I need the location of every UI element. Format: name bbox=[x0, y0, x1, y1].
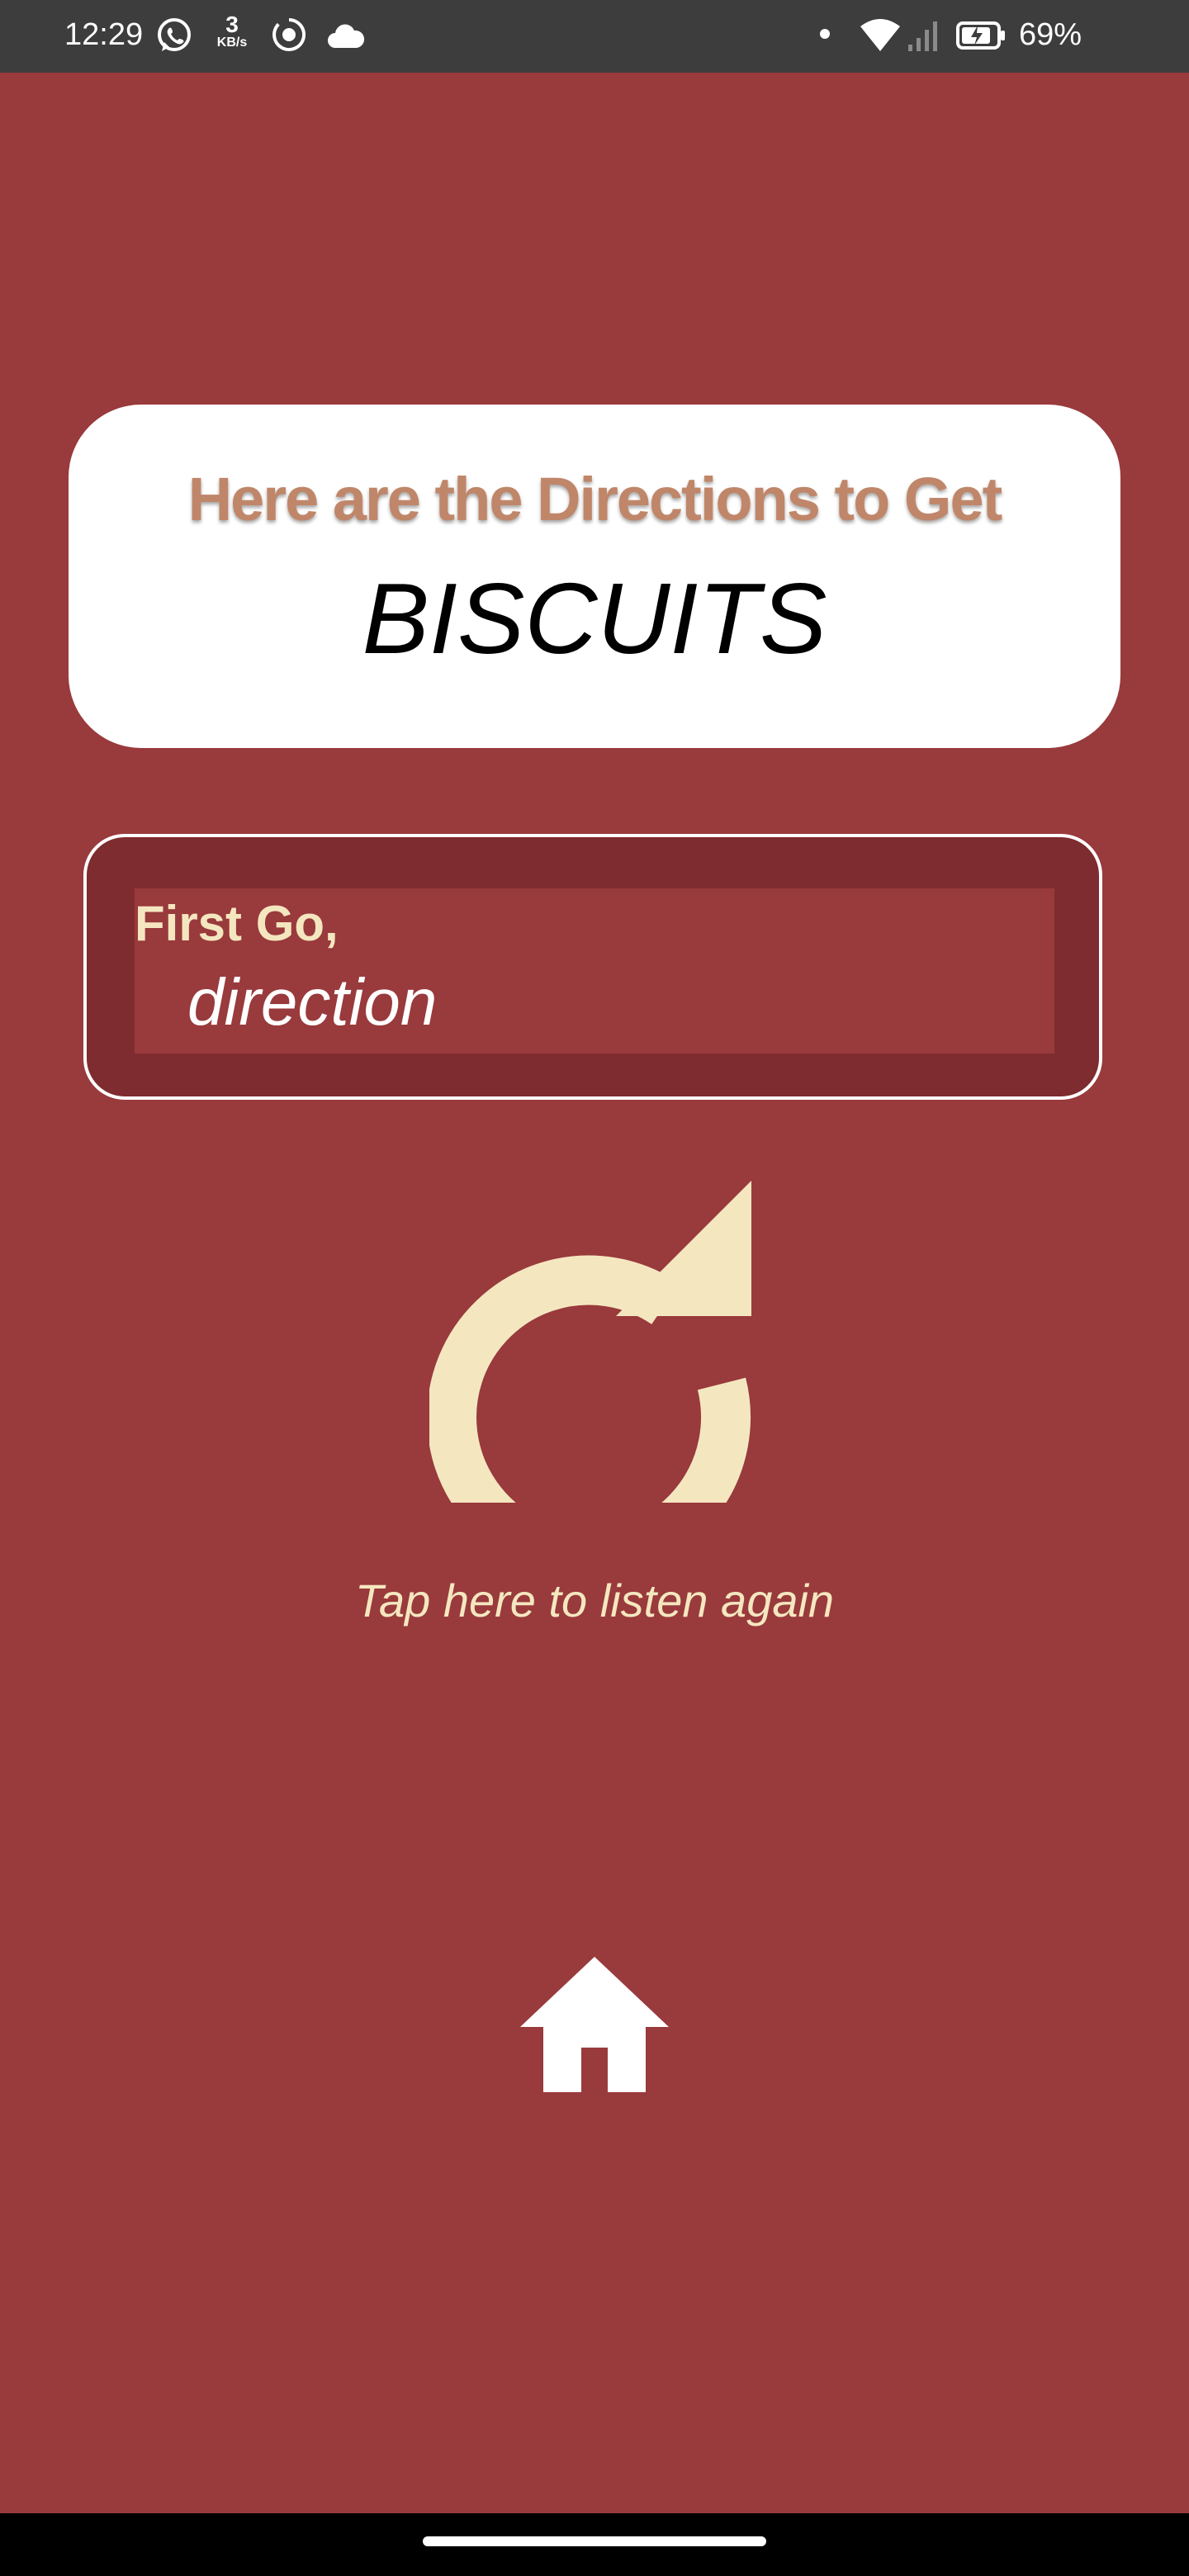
status-time: 12:29 bbox=[64, 17, 144, 52]
status-bar: 12:29 3 KB/s 69% bbox=[0, 0, 1189, 73]
replay-icon[interactable] bbox=[429, 1172, 760, 1503]
title-card: Here are the Directions to Get BISCUITS bbox=[69, 405, 1120, 748]
step-label: First Go, bbox=[135, 896, 339, 951]
direction-card: First Go, direction bbox=[83, 834, 1102, 1100]
whatsapp-icon bbox=[158, 18, 191, 51]
home-icon[interactable] bbox=[512, 1949, 677, 2097]
net-speed-value: 3 bbox=[225, 12, 239, 37]
signal-icon bbox=[908, 21, 937, 51]
destination-item: BISCUITS bbox=[362, 562, 827, 675]
net-speed-unit: KB/s bbox=[216, 36, 248, 50]
battery-charging-icon bbox=[956, 21, 1005, 50]
listen-again-label[interactable]: Tap here to listen again bbox=[0, 1574, 1189, 1627]
battery-percent: 69% bbox=[1019, 17, 1082, 52]
system-nav-bar bbox=[0, 2513, 1189, 2576]
direction-text: direction bbox=[187, 965, 438, 1039]
gesture-handle[interactable] bbox=[423, 2536, 766, 2546]
dot-icon bbox=[820, 29, 830, 39]
net-speed: 3 KB/s bbox=[211, 13, 253, 50]
directions-title: Here are the Directions to Get bbox=[187, 465, 1003, 533]
screen-record-icon bbox=[272, 17, 306, 51]
cloud-icon bbox=[328, 24, 365, 48]
wifi-icon bbox=[860, 19, 900, 51]
direction-panel: First Go, direction bbox=[135, 888, 1054, 1054]
